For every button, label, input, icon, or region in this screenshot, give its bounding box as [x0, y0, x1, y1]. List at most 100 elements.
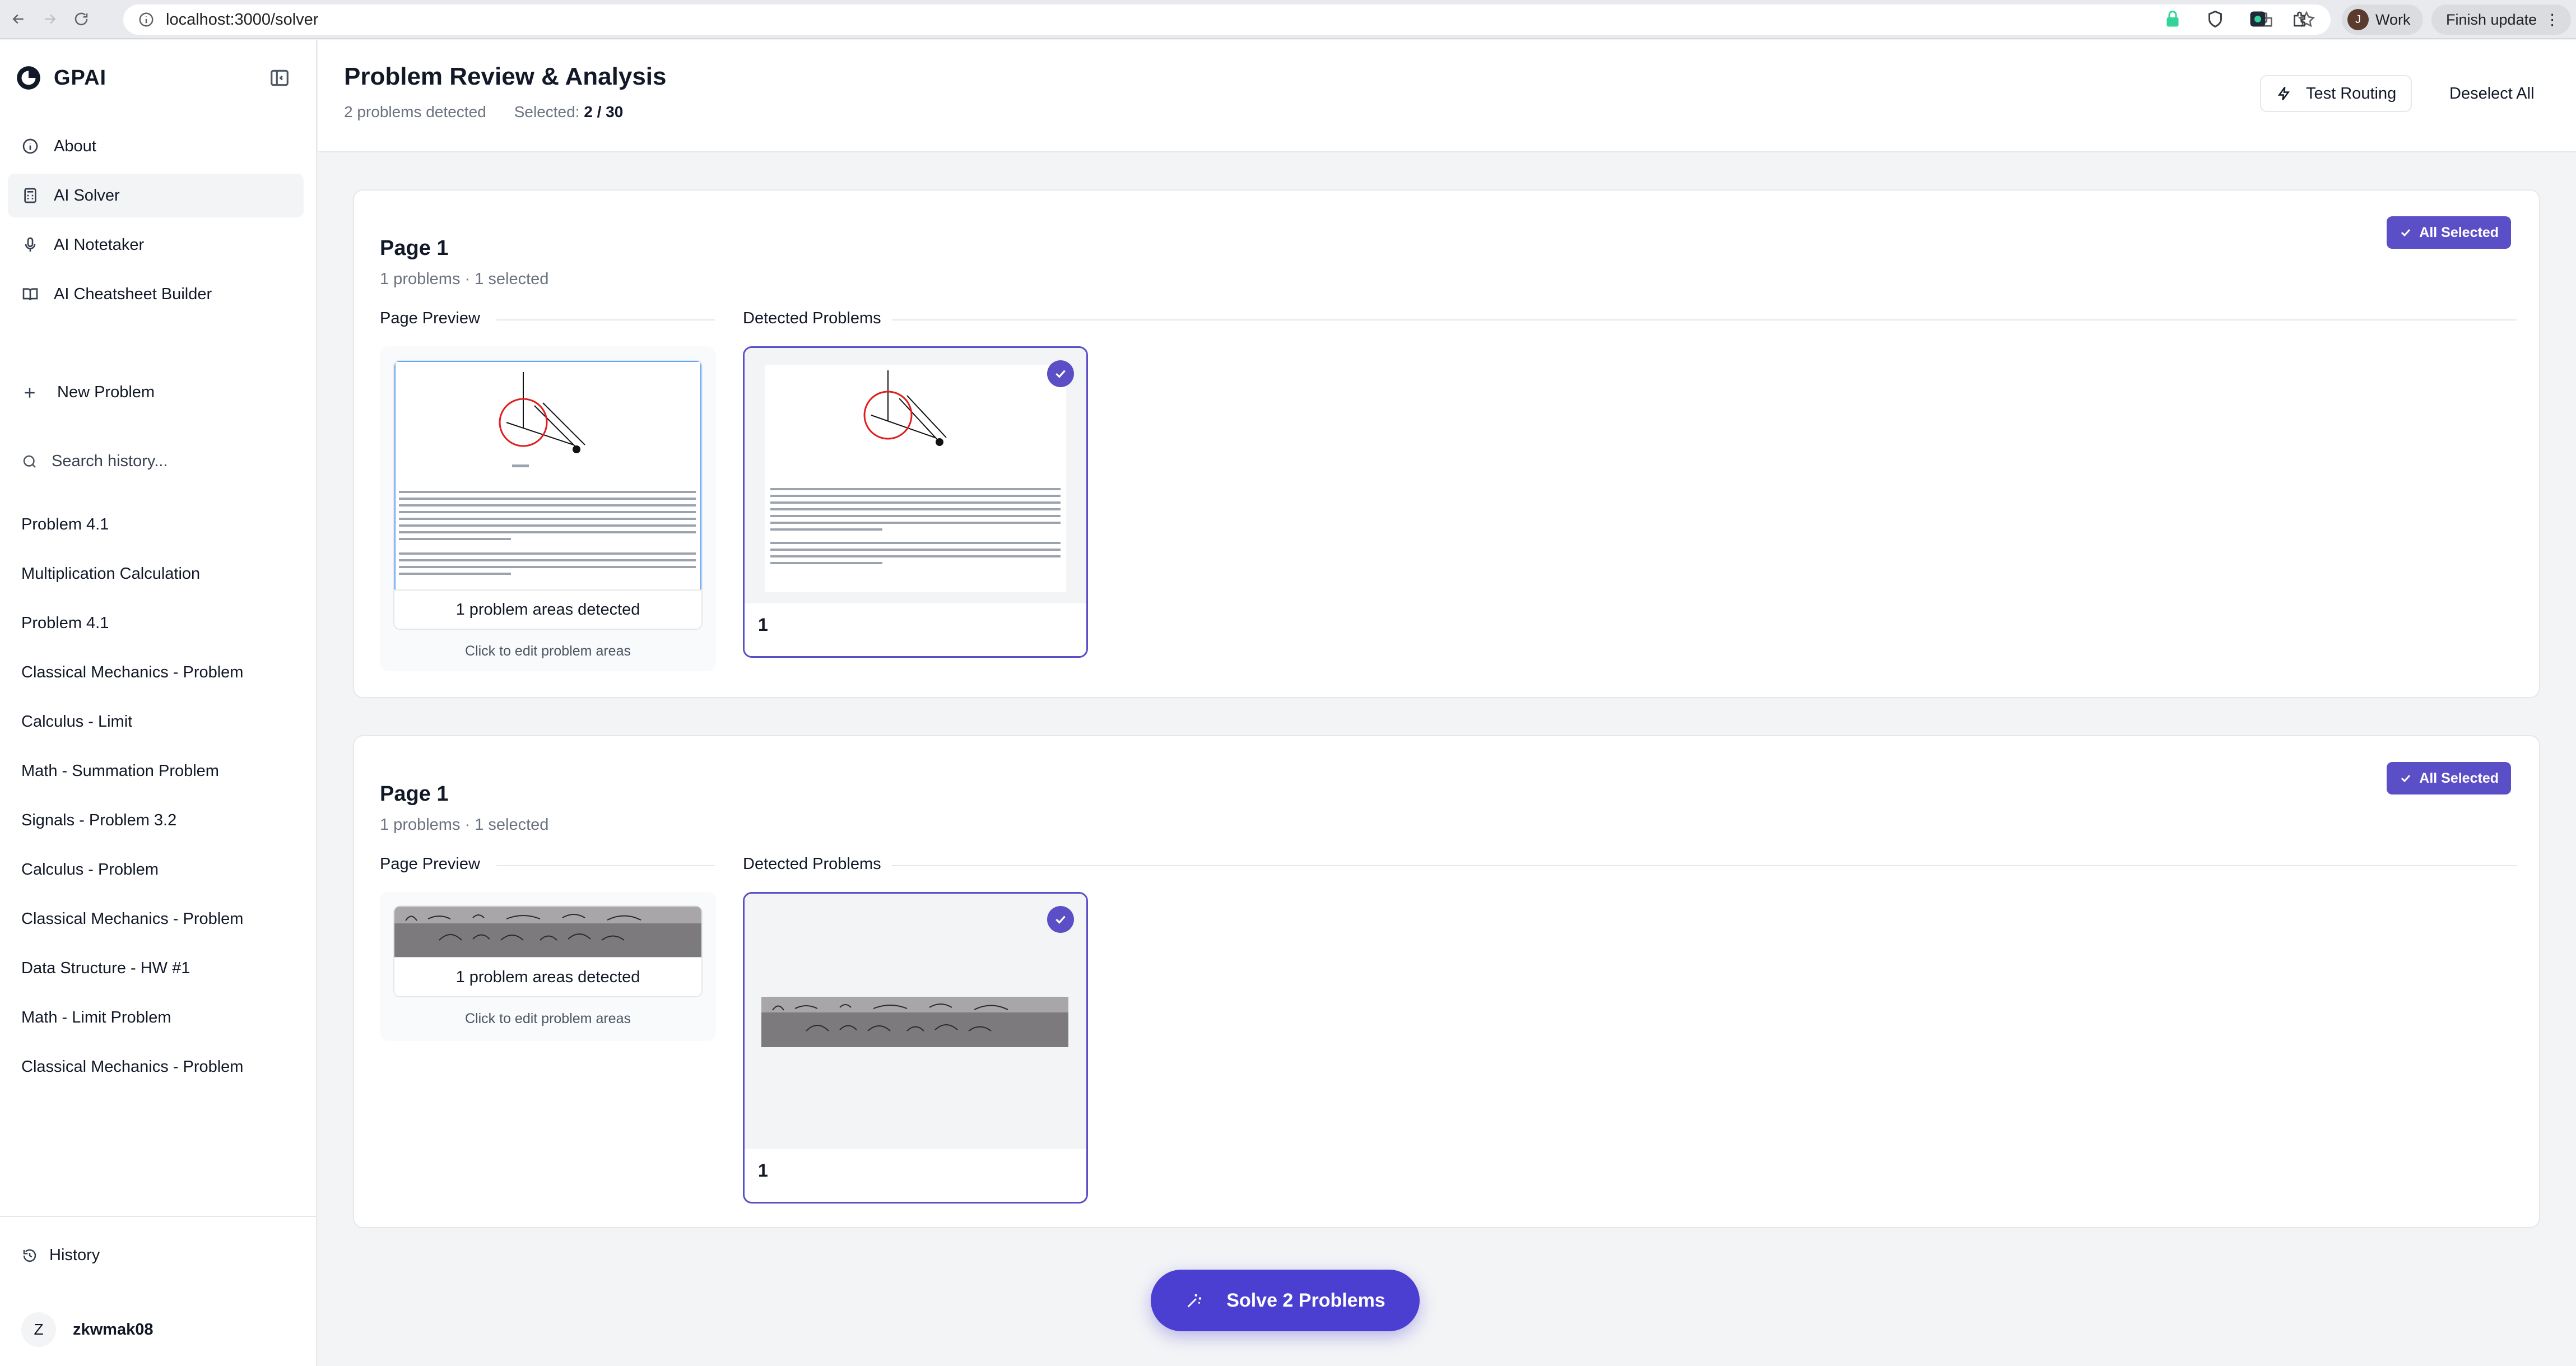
lock-extension-icon[interactable]	[2163, 9, 2183, 29]
sidebar: GPAI About AI Solver AI Notetaker AI Che…	[0, 40, 317, 1366]
sidebar-divider	[0, 1216, 317, 1217]
new-problem-button[interactable]: New Problem	[21, 383, 155, 402]
profile-avatar: J	[2347, 9, 2369, 30]
history-item[interactable]: Classical Mechanics - Problem	[21, 894, 301, 944]
search-icon	[23, 455, 36, 468]
detected-problems-label: Detected Problems	[743, 855, 881, 873]
profile-name: Work	[2375, 11, 2411, 28]
page-preview-label: Page Preview	[380, 855, 480, 873]
history-item[interactable]: Calculus - Problem	[21, 845, 301, 894]
user-profile[interactable]: Z zkwmak08	[21, 1312, 154, 1347]
page-title: Problem Review & Analysis	[344, 63, 667, 90]
info-icon	[22, 138, 38, 154]
reload-icon[interactable]	[68, 6, 94, 32]
nav-item-about[interactable]: About	[8, 124, 304, 168]
history-item[interactable]: Problem 4.1	[21, 598, 301, 648]
nav-label: AI Solver	[54, 186, 120, 205]
site-info-icon[interactable]	[138, 11, 155, 28]
solve-problems-button[interactable]: Solve 2 Problems	[1151, 1270, 1420, 1331]
search-history-input[interactable]	[52, 452, 287, 471]
back-icon[interactable]	[6, 6, 31, 32]
all-selected-button[interactable]: All Selected	[2387, 216, 2511, 249]
history-item[interactable]: Signals - Problem 3.2	[21, 796, 301, 845]
page-card: Page 1 1 problems · 1 selected All Selec…	[353, 735, 2540, 1228]
app-extension-icon[interactable]	[2248, 9, 2268, 29]
selected-check-icon[interactable]	[1047, 906, 1074, 933]
shield-extension-icon[interactable]	[2205, 9, 2225, 29]
calculator-icon	[24, 188, 36, 203]
history-list: Problem 4.1 Multiplication Calculation P…	[21, 500, 301, 1091]
problem-number: 1	[758, 1160, 768, 1181]
nav-item-ai-cheatsheet-builder[interactable]: AI Cheatsheet Builder	[8, 272, 304, 316]
page-card-summary: 1 problems · 1 selected	[380, 270, 549, 288]
nav-item-ai-notetaker[interactable]: AI Notetaker	[8, 223, 304, 267]
book-icon	[22, 288, 38, 300]
selected-check-icon[interactable]	[1047, 360, 1074, 387]
page-preview: 1 problem areas detected Click to edit p…	[380, 892, 716, 1041]
nav-label: AI Cheatsheet Builder	[54, 285, 212, 303]
brand[interactable]: GPAI	[15, 64, 106, 92]
detected-count: 2 problems detected	[344, 103, 486, 120]
detected-problem-card[interactable]: 1	[743, 346, 1088, 658]
page-card-title: Page 1	[380, 782, 449, 806]
avatar: Z	[21, 1312, 56, 1347]
history-item[interactable]: Multiplication Calculation	[21, 549, 301, 598]
history-item[interactable]: Calculus - Limit	[21, 697, 301, 746]
selected-count: Selected: 2 / 30	[514, 103, 624, 121]
deselect-all-button[interactable]: Deselect All	[2435, 75, 2549, 112]
forward-icon[interactable]	[37, 6, 63, 32]
history-item[interactable]: Math - Limit Problem	[21, 993, 301, 1042]
page-preview: 1 problem areas detected Click to edit p…	[380, 346, 716, 671]
sparkle-wand-icon	[1187, 1294, 1202, 1308]
puzzle-extensions-icon[interactable]	[2290, 9, 2310, 29]
page-header: Problem Review & Analysis 2 problems det…	[318, 40, 2576, 152]
page-preview-label: Page Preview	[380, 309, 480, 327]
check-icon	[2401, 229, 2411, 237]
collapse-sidebar-icon[interactable]	[269, 67, 290, 89]
history-item[interactable]: Problem 4.1	[21, 500, 301, 549]
nav-label: AI Notetaker	[54, 235, 145, 254]
page-preview-image[interactable]: 1 problem areas detected	[393, 905, 703, 997]
all-selected-label: All Selected	[2419, 224, 2499, 240]
history-search	[21, 452, 287, 471]
edit-problem-areas-hint[interactable]: Click to edit problem areas	[380, 643, 716, 659]
handwritten-math-thumbnail	[394, 907, 701, 958]
address-bar[interactable]: localhost:3000/solver	[123, 4, 2331, 35]
nav-label: About	[54, 137, 96, 155]
brand-name: GPAI	[54, 66, 107, 90]
lightning-icon	[2277, 87, 2290, 100]
page-card: Page 1 1 problems · 1 selected All Selec…	[353, 189, 2540, 698]
history-item[interactable]: Classical Mechanics - Problem	[21, 648, 301, 697]
solve-label: Solve 2 Problems	[1226, 1289, 1385, 1311]
selected-label: Selected:	[514, 103, 580, 120]
history-item[interactable]: Data Structure - HW #1	[21, 944, 301, 993]
problem-thumbnail	[761, 997, 1068, 1047]
kebab-menu-icon: ⋮	[2545, 11, 2560, 28]
finish-update-label: Finish update	[2446, 11, 2537, 28]
problem-thumbnail	[765, 365, 1066, 592]
plus-icon	[25, 387, 35, 398]
history-item[interactable]: Classical Mechanics - Problem	[21, 1042, 301, 1091]
profile-button[interactable]: J Work	[2342, 4, 2423, 35]
main-nav: About AI Solver AI Notetaker AI Cheatshe…	[8, 124, 304, 322]
nav-item-ai-solver[interactable]: AI Solver	[8, 174, 304, 217]
finish-update-button[interactable]: Finish update ⋮	[2431, 4, 2572, 35]
section-divider	[496, 319, 715, 320]
physics-figure-thumbnail	[394, 361, 701, 591]
url-text[interactable]: localhost:3000/solver	[166, 11, 318, 29]
edit-problem-areas-hint[interactable]: Click to edit problem areas	[380, 1011, 716, 1027]
new-problem-label: New Problem	[57, 383, 155, 401]
section-divider	[892, 865, 2517, 866]
history-item[interactable]: Math - Summation Problem	[21, 746, 301, 796]
test-routing-button[interactable]: Test Routing	[2260, 75, 2412, 112]
gpai-logo-icon	[17, 66, 40, 90]
problem-number: 1	[758, 615, 768, 635]
extensions-area	[2163, 9, 2310, 29]
history-link[interactable]: History	[21, 1246, 100, 1265]
section-divider	[496, 865, 715, 866]
browser-toolbar: localhost:3000/solver J Work Finish upda…	[0, 0, 2576, 39]
page-preview-image[interactable]: 1 problem areas detected	[393, 360, 703, 630]
all-selected-button[interactable]: All Selected	[2387, 762, 2511, 794]
problem-image	[745, 894, 1086, 1149]
detected-problem-card[interactable]: 1	[743, 892, 1088, 1204]
